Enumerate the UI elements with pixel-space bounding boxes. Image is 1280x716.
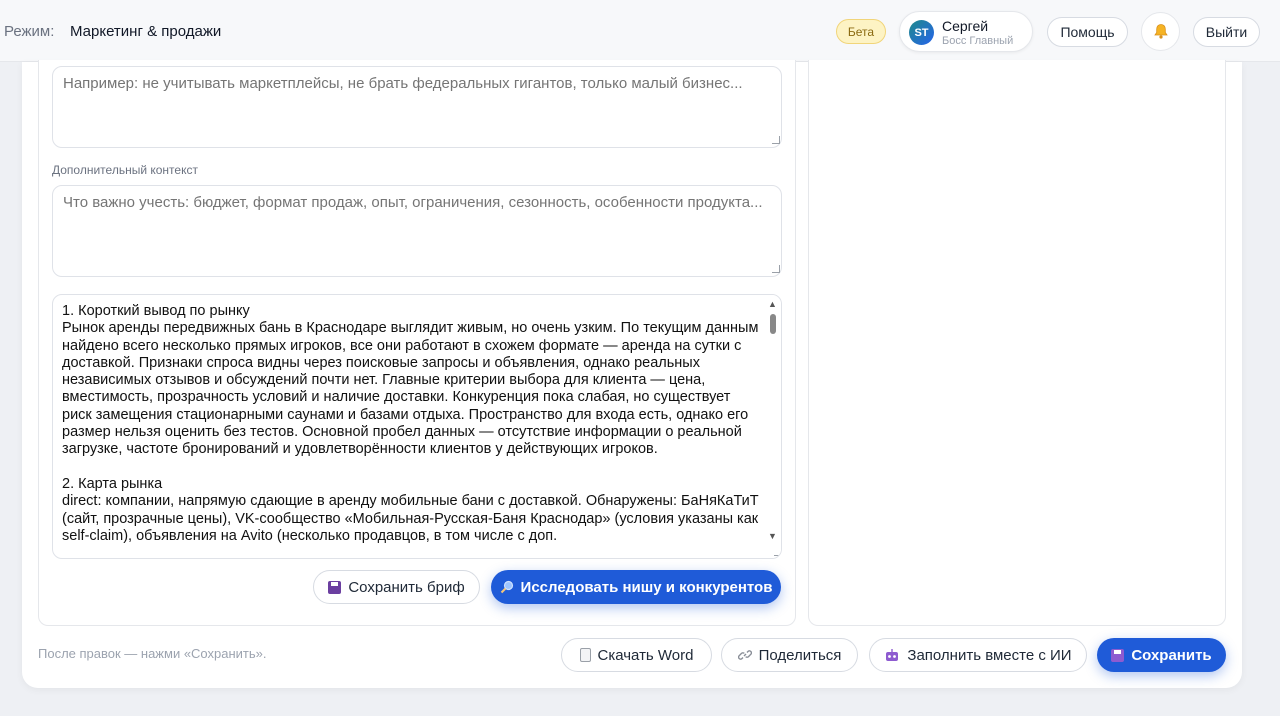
download-word-label: Скачать Word bbox=[597, 646, 694, 664]
save-brief-label: Сохранить бриф bbox=[348, 578, 465, 596]
link-icon bbox=[737, 650, 752, 660]
magnifier-icon bbox=[500, 580, 513, 594]
bell-icon bbox=[1153, 24, 1168, 39]
fill-with-ai-button[interactable]: Заполнить вместе с ИИ bbox=[869, 638, 1087, 672]
brief-panel: Дополнительный контекст 1. Короткий выво… bbox=[38, 60, 796, 626]
results-panel bbox=[808, 60, 1226, 626]
context-field[interactable] bbox=[52, 185, 782, 277]
research-label: Исследовать нишу и конкурентов bbox=[520, 578, 773, 596]
save-label: Сохранить bbox=[1131, 646, 1212, 664]
save-brief-button[interactable]: Сохранить бриф bbox=[313, 570, 480, 604]
floppy-icon bbox=[328, 580, 342, 594]
research-result-field[interactable]: 1. Короткий вывод по рынку Рынок аренды … bbox=[52, 294, 782, 559]
scroll-up-icon[interactable]: ▲ bbox=[768, 299, 777, 309]
fill-with-ai-label: Заполнить вместе с ИИ bbox=[907, 646, 1072, 664]
research-button[interactable]: Исследовать нишу и конкурентов bbox=[491, 570, 781, 604]
avatar: ST bbox=[909, 20, 934, 45]
mode-value[interactable]: Маркетинг & продажи bbox=[70, 23, 221, 40]
resize-handle[interactable] bbox=[772, 136, 780, 144]
scroll-down-icon[interactable]: ▼ bbox=[768, 531, 777, 541]
download-word-button[interactable]: Скачать Word bbox=[561, 638, 712, 672]
research-result-text: 1. Короткий вывод по рынку Рынок аренды … bbox=[62, 303, 759, 544]
scrollbar-thumb[interactable] bbox=[770, 314, 776, 334]
share-label: Поделиться bbox=[758, 646, 842, 664]
floppy-icon bbox=[1111, 648, 1125, 662]
user-name: Сергей bbox=[942, 18, 989, 34]
share-button[interactable]: Поделиться bbox=[721, 638, 858, 672]
user-chip[interactable]: ST Сергей Босс Главный bbox=[899, 11, 1033, 52]
main-card: Дополнительный контекст 1. Короткий выво… bbox=[22, 60, 1242, 688]
context-label: Дополнительный контекст bbox=[52, 163, 198, 177]
resize-handle[interactable] bbox=[774, 548, 781, 556]
scrollbar[interactable]: ▲ ▼ bbox=[765, 295, 781, 558]
document-icon bbox=[579, 648, 591, 662]
resize-handle[interactable] bbox=[772, 265, 780, 273]
beta-badge: Бета bbox=[836, 19, 886, 44]
robot-icon bbox=[886, 648, 899, 661]
exclusions-field[interactable] bbox=[52, 66, 782, 148]
help-button[interactable]: Помощь bbox=[1047, 17, 1128, 47]
logout-button[interactable]: Выйти bbox=[1193, 17, 1260, 47]
save-hint: После правок — нажми «Сохранить». bbox=[38, 646, 267, 661]
save-button[interactable]: Сохранить bbox=[1097, 638, 1226, 672]
notifications-button[interactable] bbox=[1141, 12, 1180, 51]
user-role: Босс Главный bbox=[942, 35, 1014, 47]
mode-label: Режим: bbox=[4, 23, 55, 40]
top-bar: Режим: Маркетинг & продажи Бета ST Серге… bbox=[0, 0, 1280, 62]
